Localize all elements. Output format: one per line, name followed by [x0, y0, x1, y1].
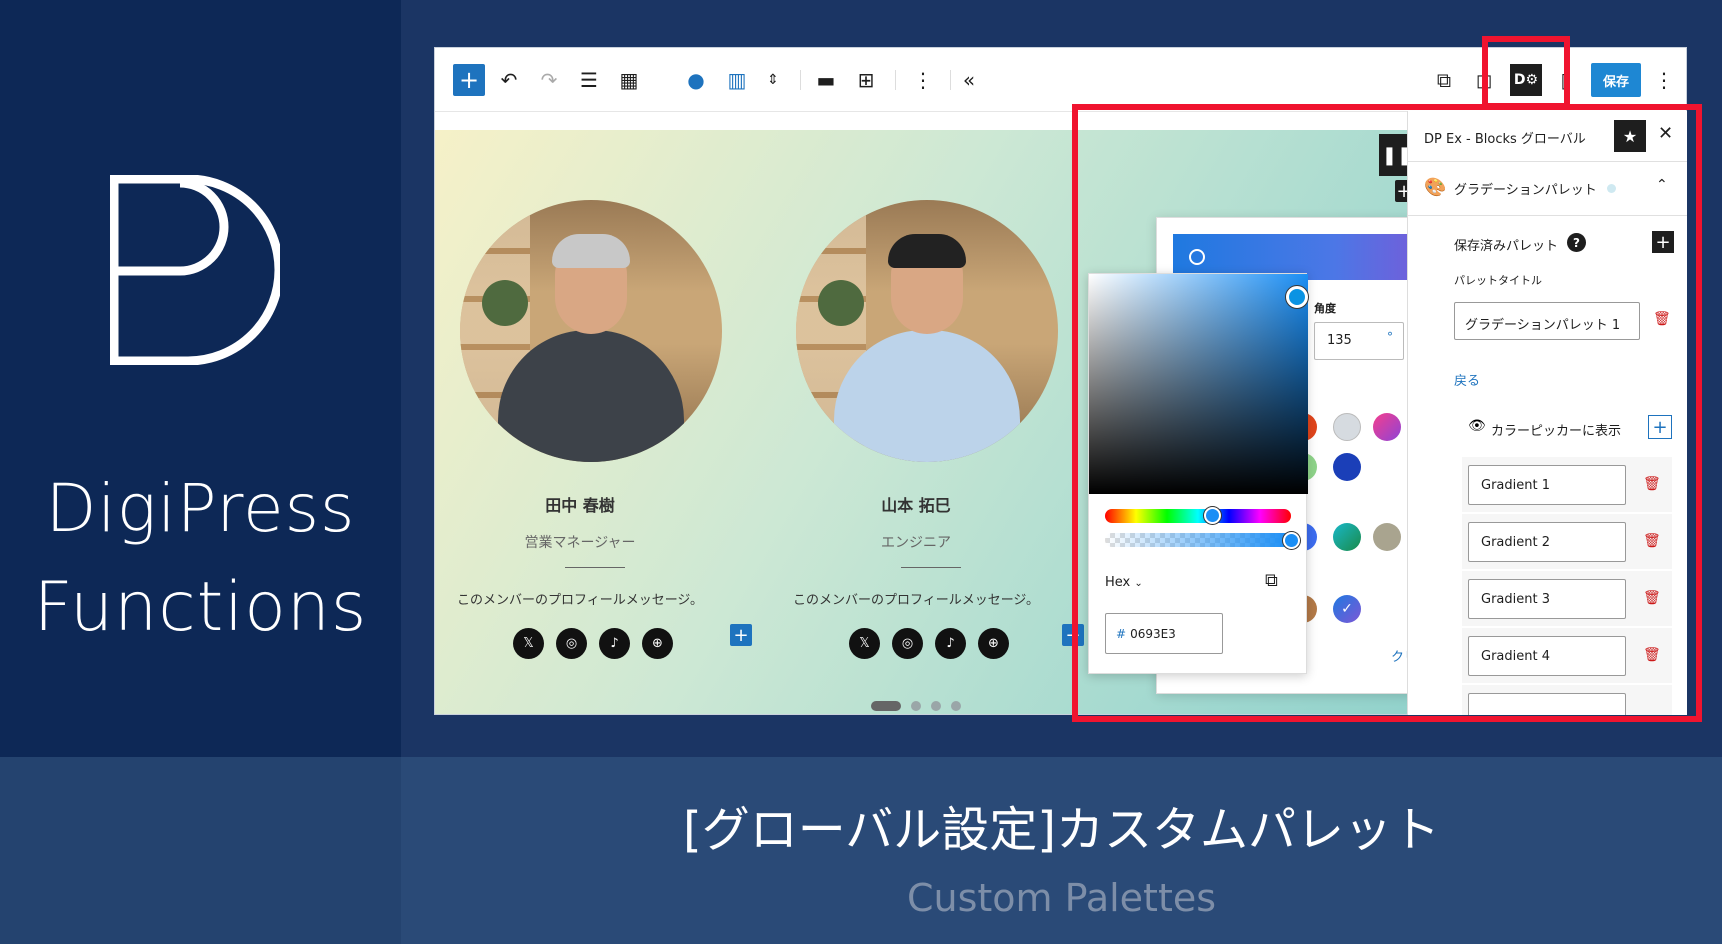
highlight-box [1482, 36, 1570, 109]
pagination-dot[interactable] [871, 701, 901, 711]
slider-pagination [871, 701, 961, 711]
digipress-logo [110, 175, 280, 365]
caption-subtitle: Custom Palettes [906, 876, 1217, 920]
social-links: 𝕏 ◎ ♪ ⊕ [513, 628, 673, 659]
kebab-menu-icon[interactable]: ⋮ [1648, 64, 1680, 96]
member-photo [460, 200, 722, 462]
toolbar-separator [950, 70, 951, 90]
social-links: 𝕏 ◎ ♪ ⊕ [849, 628, 1009, 659]
instagram-icon[interactable]: ◎ [892, 628, 923, 659]
list-view-icon[interactable]: ☰ [573, 64, 605, 96]
brand-panel: DigiPress Functions [0, 0, 401, 757]
member-message: このメンバーのプロフィールメッセージ。 [456, 593, 704, 608]
member-role: エンジニア [881, 535, 951, 551]
move-arrows-icon[interactable]: ⇕ [757, 64, 789, 96]
x-icon[interactable]: 𝕏 [513, 628, 544, 659]
toolbar-separator [800, 70, 801, 90]
globe-icon[interactable]: ⊕ [642, 628, 673, 659]
highlight-box [1072, 104, 1702, 722]
pagination-dot[interactable] [931, 701, 941, 711]
redo-icon[interactable]: ↷ [533, 64, 565, 96]
more-options-icon[interactable]: ⋮ [907, 64, 939, 96]
add-block-button[interactable]: + [453, 64, 485, 96]
undo-icon[interactable]: ↶ [493, 64, 525, 96]
member-message: このメンバーのプロフィールメッセージ。 [792, 593, 1040, 608]
align-icon[interactable]: ▬ [810, 64, 842, 96]
divider [901, 567, 961, 568]
globe-icon[interactable]: ⊕ [978, 628, 1009, 659]
member-role: 営業マネージャー [524, 535, 636, 551]
caption-band-left [0, 757, 401, 944]
save-button[interactable]: 保存 [1591, 63, 1641, 97]
member-name: 田中 春樹 [545, 496, 615, 515]
brand-name-line2: Functions [33, 568, 368, 647]
add-social-button[interactable]: + [730, 624, 752, 646]
brand-name-line1: DigiPress [45, 470, 356, 547]
pagination-dot[interactable] [951, 701, 961, 711]
pagination-dot[interactable] [911, 701, 921, 711]
grid-icon[interactable]: ⊞ [850, 64, 882, 96]
toolbar-separator [895, 70, 896, 90]
slider-icon[interactable]: ▥ [721, 64, 753, 96]
collapse-icon[interactable]: « [953, 64, 985, 96]
tiktok-icon[interactable]: ♪ [935, 628, 966, 659]
instagram-icon[interactable]: ◎ [556, 628, 587, 659]
x-icon[interactable]: 𝕏 [849, 628, 880, 659]
member-name: 山本 拓巳 [881, 496, 951, 515]
tiktok-icon[interactable]: ♪ [599, 628, 630, 659]
caption-title: [グローバル設定]カスタムパレット [683, 802, 1440, 858]
block-type-icon[interactable]: ● [680, 64, 712, 96]
divider [565, 567, 625, 568]
patterns-icon[interactable]: ▦ [613, 64, 645, 96]
member-photo [796, 200, 1058, 462]
external-link-icon[interactable]: ⧉ [1428, 64, 1460, 96]
